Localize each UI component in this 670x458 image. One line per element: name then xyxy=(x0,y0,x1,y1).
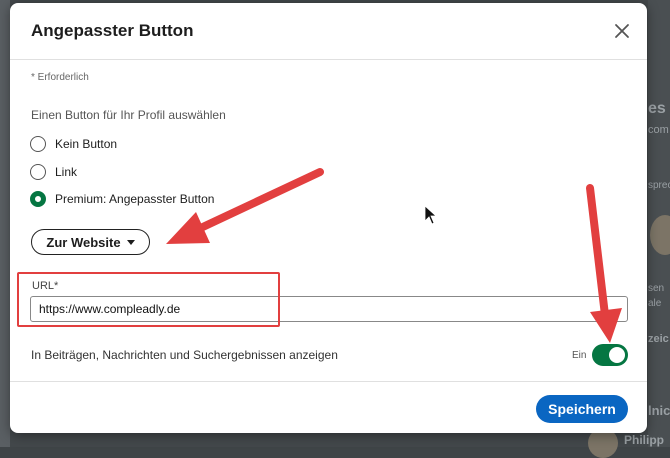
visibility-toggle[interactable] xyxy=(592,344,628,366)
radio-option-premium-custom-button[interactable]: Premium: Angepasster Button xyxy=(30,188,214,210)
bg-text-4: sen xyxy=(648,283,665,294)
url-field-label: URL* xyxy=(32,280,59,292)
bg-text-8: Philipp xyxy=(624,433,664,447)
bg-text-3: sprec xyxy=(648,180,670,191)
bg-text-1: es I xyxy=(648,100,670,117)
custom-button-dialog: Angepasster Button * Erforderlich Einen … xyxy=(10,3,647,433)
radio-label: Link xyxy=(55,165,78,179)
toggle-state-text: Ein xyxy=(572,350,587,361)
dropdown-selected-value: Zur Website xyxy=(46,234,121,250)
url-input[interactable] xyxy=(30,296,628,322)
chevron-down-icon xyxy=(126,239,135,245)
visibility-toggle-label: In Beiträgen, Nachrichten und Suchergebn… xyxy=(31,348,338,362)
save-button[interactable]: Speichern xyxy=(536,395,628,423)
left-page-strip xyxy=(0,0,10,447)
radio-option-link[interactable]: Link xyxy=(30,161,77,183)
required-note: * Erforderlich xyxy=(31,72,89,83)
radio-label: Premium: Angepasster Button xyxy=(55,192,215,206)
radio-circle[interactable] xyxy=(30,136,46,152)
radio-label: Kein Button xyxy=(55,137,118,151)
dialog-footer: Speichern xyxy=(10,381,647,433)
bg-text-7: lnic xyxy=(648,403,670,418)
dialog-title: Angepasster Button xyxy=(31,21,194,40)
bg-text-2: com xyxy=(648,124,669,136)
toggle-knob xyxy=(609,347,625,363)
bg-text-6: zeic xyxy=(648,333,669,345)
close-icon xyxy=(615,24,629,38)
button-section-label: Einen Button für Ihr Profil auswählen xyxy=(31,108,226,122)
button-type-dropdown[interactable]: Zur Website xyxy=(31,229,150,255)
radio-circle-selected[interactable] xyxy=(30,191,46,207)
bg-text-5: ale xyxy=(648,298,662,309)
close-button[interactable] xyxy=(611,20,633,42)
radio-option-no-button[interactable]: Kein Button xyxy=(30,133,117,155)
dialog-header: Angepasster Button xyxy=(10,3,647,60)
radio-circle[interactable] xyxy=(30,164,46,180)
